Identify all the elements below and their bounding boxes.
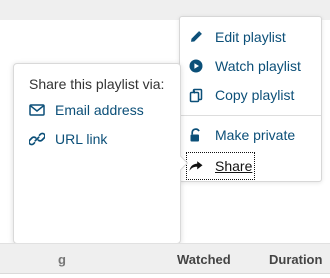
share-popup-title: Share this playlist via:: [29, 76, 165, 92]
share-icon: [188, 158, 204, 174]
partial-column-header[interactable]: g: [58, 252, 66, 267]
make-private-menu-item[interactable]: Make private: [188, 123, 295, 147]
pencil-icon: [188, 29, 204, 45]
email-address-label: Email address: [55, 102, 144, 118]
playlist-actions-menu: Edit playlist Watch playlist Copy playli…: [179, 16, 322, 182]
share-playlist-popup: Share this playlist via: Email address U…: [13, 63, 181, 244]
copy-playlist-label: Copy playlist: [215, 87, 295, 103]
watched-column-header[interactable]: Watched: [177, 252, 231, 267]
table-header: g Watched Duration: [0, 243, 330, 274]
share-email-option[interactable]: Email address: [29, 102, 144, 118]
edit-playlist-label: Edit playlist: [215, 29, 286, 45]
copy-icon: [188, 87, 204, 103]
playlist-actions-page: Edit playlist Watch playlist Copy playli…: [0, 0, 330, 278]
share-menu-item[interactable]: Share: [186, 152, 256, 180]
url-link-label: URL link: [55, 131, 108, 147]
edit-playlist-menu-item[interactable]: Edit playlist: [188, 25, 286, 49]
watch-playlist-label: Watch playlist: [215, 58, 301, 74]
copy-playlist-menu-item[interactable]: Copy playlist: [188, 83, 294, 107]
link-icon: [29, 131, 45, 147]
share-label: Share: [215, 158, 253, 174]
play-circle-icon: [188, 58, 204, 74]
lock-open-icon: [188, 127, 204, 143]
watch-playlist-menu-item[interactable]: Watch playlist: [188, 54, 301, 78]
duration-column-header[interactable]: Duration: [269, 252, 322, 267]
mail-icon: [29, 102, 45, 118]
share-url-option[interactable]: URL link: [29, 131, 107, 147]
make-private-label: Make private: [215, 127, 296, 143]
menu-divider: [180, 115, 321, 116]
